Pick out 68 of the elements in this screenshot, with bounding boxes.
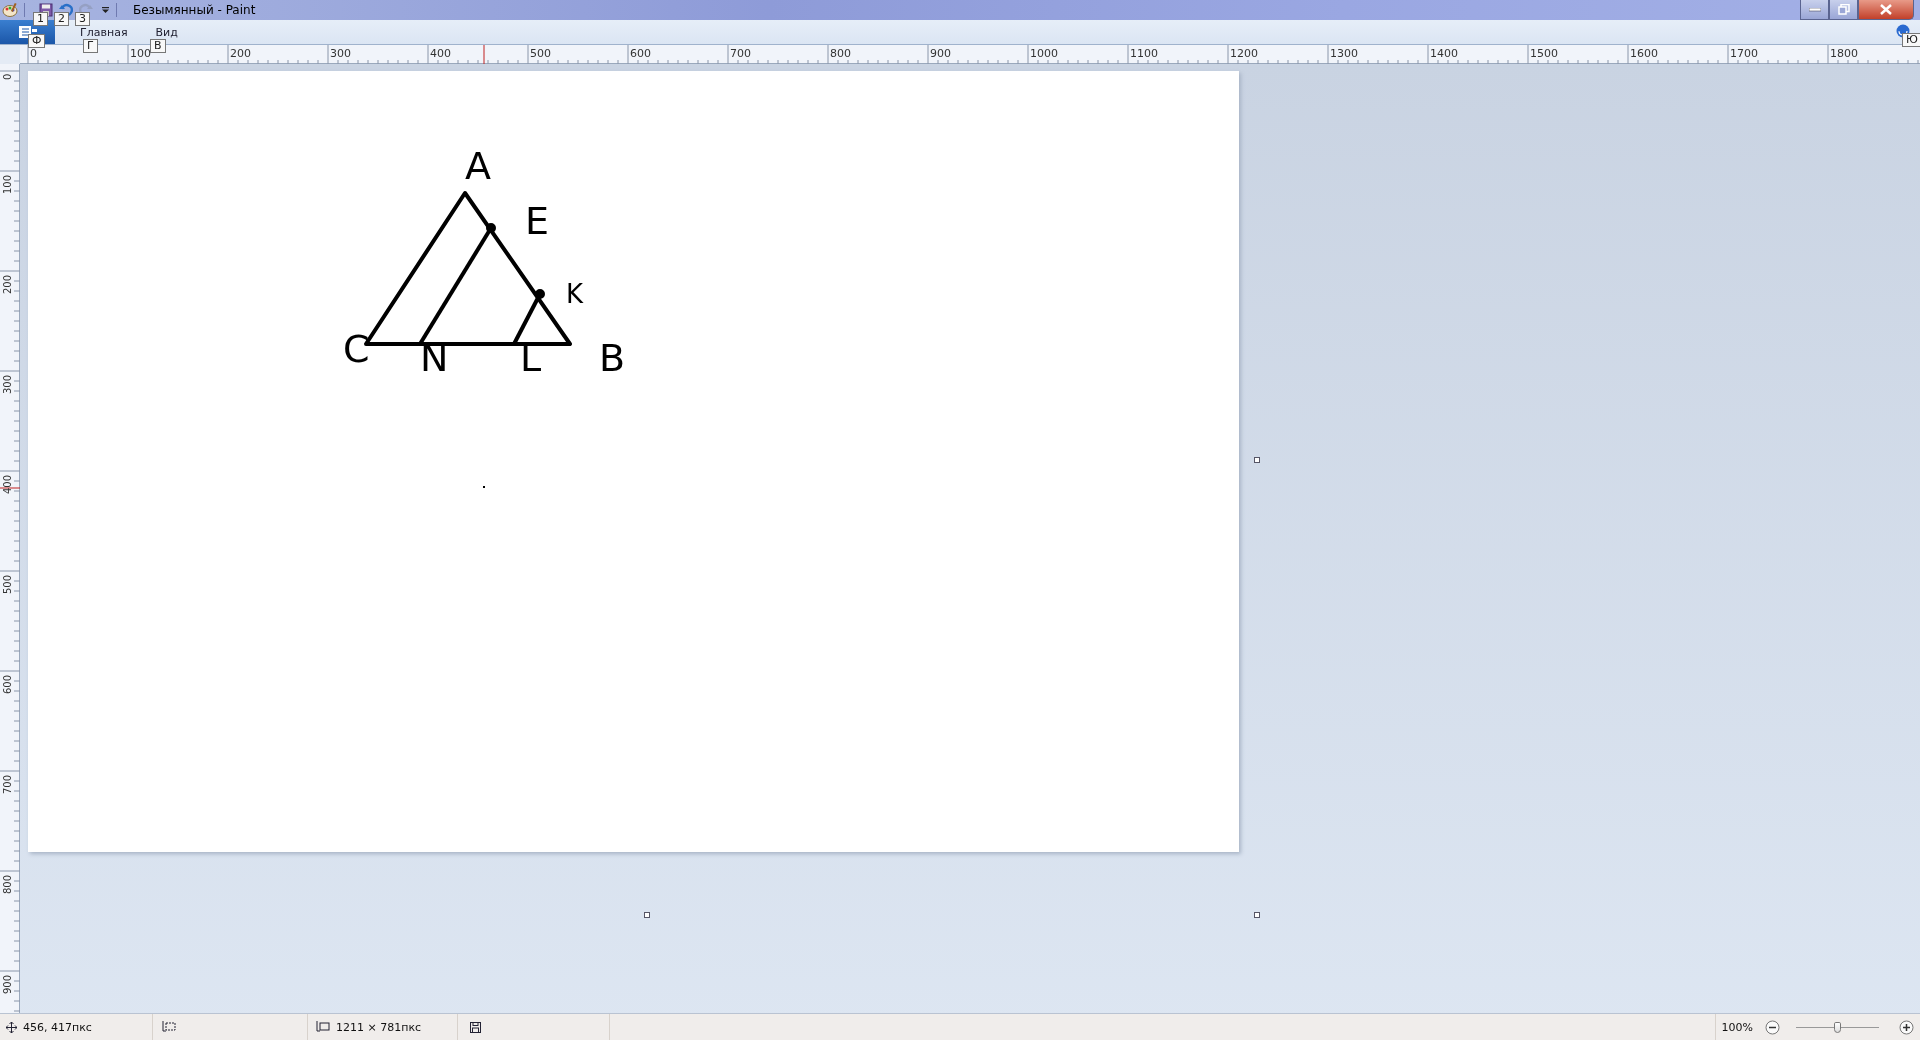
ruler-number: 800 bbox=[2, 874, 13, 894]
ruler-number: 1600 bbox=[1630, 47, 1658, 60]
ruler-number: 800 bbox=[830, 47, 851, 60]
ruler-number: 1200 bbox=[1230, 47, 1258, 60]
canvas-letter: A bbox=[465, 144, 491, 188]
zoom-out-icon[interactable] bbox=[1765, 1019, 1780, 1035]
ruler-number: 400 bbox=[430, 47, 451, 60]
ruler-number: 600 bbox=[630, 47, 651, 60]
zoom-slider[interactable] bbox=[1796, 1021, 1879, 1033]
ruler-number: 500 bbox=[530, 47, 551, 60]
ruler-number: 1800 bbox=[1830, 47, 1858, 60]
canvas-letter: K bbox=[566, 279, 584, 309]
canvas-letter: E bbox=[525, 199, 549, 243]
ruler-number: 900 bbox=[2, 974, 13, 994]
ruler-number: 300 bbox=[2, 374, 13, 394]
ruler-number: 200 bbox=[2, 274, 13, 294]
ruler-number: 600 bbox=[2, 674, 13, 694]
canvas-letter: L bbox=[520, 336, 542, 380]
ruler-number: 200 bbox=[230, 47, 251, 60]
canvas-letter: B bbox=[599, 336, 626, 380]
keytip-tooltip: Ф bbox=[28, 34, 46, 48]
keytip-tooltip: Г bbox=[83, 39, 98, 53]
ruler-number: 1400 bbox=[1430, 47, 1458, 60]
keytip-tooltip: 2 bbox=[54, 12, 69, 26]
resize-handle[interactable] bbox=[1254, 912, 1260, 918]
zoom-level: 100% bbox=[1721, 1020, 1753, 1034]
resize-handle[interactable] bbox=[644, 912, 650, 918]
ruler-corner bbox=[0, 45, 20, 64]
zoom-in-icon[interactable] bbox=[1899, 1019, 1914, 1035]
image-size: 1211 × 781пкс bbox=[336, 1020, 422, 1034]
window-title: Безымянный - Paint bbox=[133, 3, 256, 17]
image-size-icon bbox=[316, 1021, 330, 1033]
keytip-tooltip: 3 bbox=[75, 12, 90, 26]
dot-mark bbox=[483, 486, 485, 488]
ruler-number: 0 bbox=[30, 47, 37, 60]
ruler-number: 300 bbox=[330, 47, 351, 60]
paint-palette-icon[interactable] bbox=[2, 2, 18, 18]
close-button[interactable] bbox=[1858, 0, 1914, 20]
ruler-number: 1500 bbox=[1530, 47, 1558, 60]
ruler-number: 1300 bbox=[1330, 47, 1358, 60]
ruler-number: 1100 bbox=[1130, 47, 1158, 60]
canvas-letter: C bbox=[343, 327, 370, 371]
keytip-tooltip: 1 bbox=[33, 12, 48, 26]
minimize-button[interactable] bbox=[1800, 0, 1829, 20]
close-icon bbox=[1880, 4, 1892, 15]
slider-thumb[interactable] bbox=[1833, 1021, 1841, 1033]
save-icon bbox=[470, 1021, 481, 1033]
ruler-number: 1700 bbox=[1730, 47, 1758, 60]
keytip-tooltip: В bbox=[150, 39, 166, 53]
ruler-number: 100 bbox=[130, 47, 151, 60]
resize-handle[interactable] bbox=[1254, 457, 1260, 463]
keytip-tooltip: Ю bbox=[1902, 33, 1920, 47]
dropdown-icon[interactable] bbox=[101, 6, 110, 14]
ruler-number: 0 bbox=[2, 73, 13, 80]
ruler-number: 700 bbox=[730, 47, 751, 60]
ruler-number: 400 bbox=[2, 474, 13, 494]
ruler-number: 900 bbox=[930, 47, 951, 60]
selection-size-icon bbox=[162, 1021, 176, 1033]
cursor-position: 456, 417пкс bbox=[23, 1020, 92, 1034]
ruler-number: 1000 bbox=[1030, 47, 1058, 60]
restore-icon bbox=[1837, 4, 1850, 15]
ruler-number: 100 bbox=[2, 174, 13, 194]
minimize-icon bbox=[1808, 7, 1821, 12]
ruler-number: 500 bbox=[2, 574, 13, 594]
move-cursor-icon bbox=[6, 1021, 17, 1033]
ruler-number: 700 bbox=[2, 774, 13, 794]
restore-button[interactable] bbox=[1829, 0, 1858, 20]
ribbon-tab[interactable]: Вид bbox=[144, 22, 189, 42]
